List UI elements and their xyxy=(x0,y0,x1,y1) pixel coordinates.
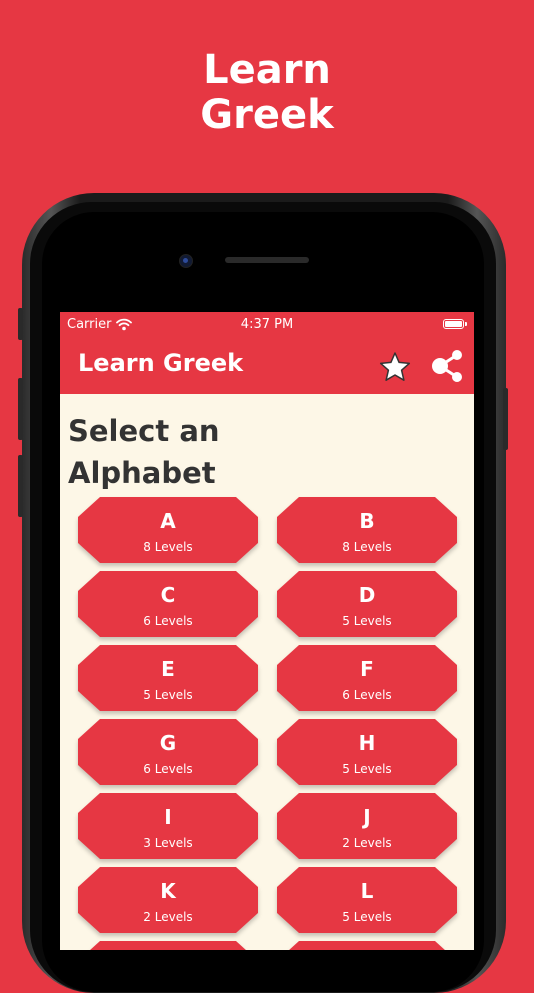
alphabet-levels: 5 Levels xyxy=(342,762,392,776)
alphabet-levels: 2 Levels xyxy=(342,836,392,850)
mute-switch xyxy=(18,308,23,340)
alphabet-button-d[interactable]: D 5 Levels xyxy=(277,571,457,637)
alphabet-button-l[interactable]: L 5 Levels xyxy=(277,867,457,933)
alphabet-button-partial-right[interactable] xyxy=(277,941,457,950)
alphabet-button-c[interactable]: C 6 Levels xyxy=(78,571,258,637)
alphabet-letter: L xyxy=(360,879,374,903)
alphabet-button-g[interactable]: G 6 Levels xyxy=(78,719,258,785)
alphabet-button-e[interactable]: E 5 Levels xyxy=(78,645,258,711)
button-background xyxy=(78,941,258,950)
button-background xyxy=(277,941,457,950)
alphabet-levels: 3 Levels xyxy=(143,836,193,850)
alphabet-letter: B xyxy=(359,509,375,533)
alphabet-levels: 5 Levels xyxy=(342,910,392,924)
alphabet-letter: K xyxy=(160,879,176,903)
front-camera xyxy=(179,254,193,268)
alphabet-button-f[interactable]: F 6 Levels xyxy=(277,645,457,711)
alphabet-levels: 5 Levels xyxy=(342,614,392,628)
alphabet-levels: 8 Levels xyxy=(143,540,193,554)
alphabet-button-j[interactable]: J 2 Levels xyxy=(277,793,457,859)
alphabet-button-k[interactable]: K 2 Levels xyxy=(78,867,258,933)
alphabet-button-b[interactable]: B 8 Levels xyxy=(277,497,457,563)
volume-down-button xyxy=(18,455,23,517)
alphabet-levels: 6 Levels xyxy=(143,762,193,776)
volume-up-button xyxy=(18,378,23,440)
alphabet-letter: E xyxy=(161,657,175,681)
alphabet-letter: F xyxy=(360,657,374,681)
alphabet-levels: 2 Levels xyxy=(143,910,193,924)
promo-title: Learn Greek xyxy=(0,48,534,138)
alphabet-levels: 8 Levels xyxy=(342,540,392,554)
promo-title-line2: Greek xyxy=(200,92,334,138)
alphabet-letter: D xyxy=(358,583,376,607)
alphabet-letter: A xyxy=(160,509,176,533)
alphabet-letter: C xyxy=(160,583,176,607)
alphabet-levels: 6 Levels xyxy=(342,688,392,702)
alphabet-button-a[interactable]: A 8 Levels xyxy=(78,497,258,563)
alphabet-button-i[interactable]: I 3 Levels xyxy=(78,793,258,859)
app-screen: Carrier 4:37 PM Learn Greek Select an Al… xyxy=(60,312,474,950)
alphabet-button-h[interactable]: H 5 Levels xyxy=(277,719,457,785)
alphabet-levels: 5 Levels xyxy=(143,688,193,702)
alphabet-grid: A 8 Levels B 8 Levels C 6 Levels D 5 Lev… xyxy=(60,312,474,950)
alphabet-letter: H xyxy=(358,731,376,755)
alphabet-levels: 6 Levels xyxy=(143,614,193,628)
alphabet-letter: I xyxy=(164,805,172,829)
alphabet-letter: G xyxy=(159,731,177,755)
promo-title-line1: Learn xyxy=(203,47,331,93)
power-button xyxy=(503,388,508,450)
earpiece-speaker xyxy=(225,257,309,263)
alphabet-button-partial-left[interactable] xyxy=(78,941,258,950)
alphabet-letter: J xyxy=(363,805,371,829)
